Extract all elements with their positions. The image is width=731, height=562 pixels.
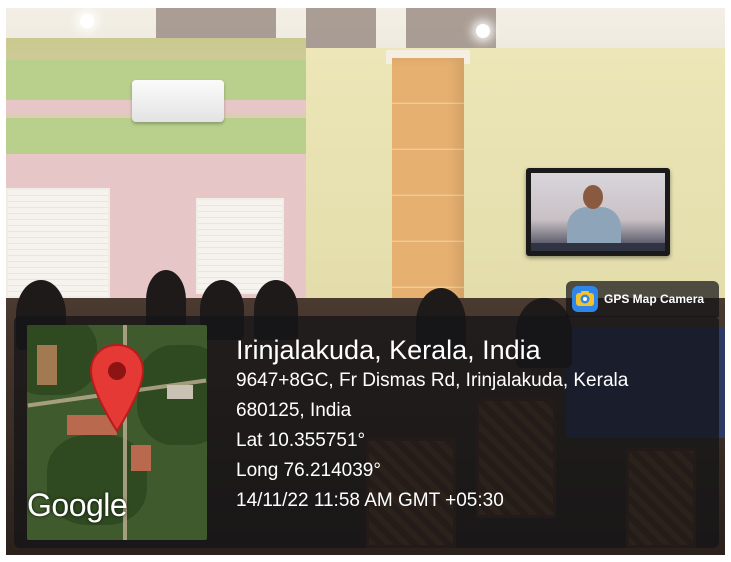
latitude: Lat 10.355751°	[236, 430, 366, 451]
wall-stripe	[6, 118, 306, 154]
location-info: Irinjalakuda, Kerala, India 9647+8GC, Fr…	[236, 334, 716, 516]
tv-taskbar	[531, 243, 665, 251]
map-pin-icon	[89, 343, 145, 438]
map-thumbnail: Google	[27, 325, 207, 540]
television	[526, 168, 670, 256]
map-building	[167, 385, 193, 399]
address-line-1: 9647+8GC, Fr Dismas Rd, Irinjalakuda, Ke…	[236, 370, 629, 391]
gps-map-camera-icon	[572, 286, 598, 312]
map-building	[37, 345, 57, 385]
tv-screen	[531, 173, 665, 251]
ceiling-light	[80, 14, 94, 28]
ceiling-light	[476, 24, 490, 38]
window-blind	[6, 188, 110, 298]
gps-map-camera-badge: GPS Map Camera	[566, 281, 719, 317]
location-title: Irinjalakuda, Kerala, India	[236, 335, 541, 365]
pillar	[392, 58, 464, 328]
tv-person	[567, 207, 621, 247]
longitude: Long 76.214039°	[236, 460, 381, 481]
map-building	[131, 445, 151, 471]
timestamp: 14/11/22 11:58 AM GMT +05:30	[236, 490, 504, 511]
tv-person-head	[583, 185, 603, 209]
address-line-2: 680125, India	[236, 400, 352, 421]
gps-map-camera-label: GPS Map Camera	[604, 292, 705, 306]
ceiling-panel	[306, 8, 376, 48]
air-conditioner	[132, 80, 224, 122]
google-logo: Google	[27, 487, 128, 523]
